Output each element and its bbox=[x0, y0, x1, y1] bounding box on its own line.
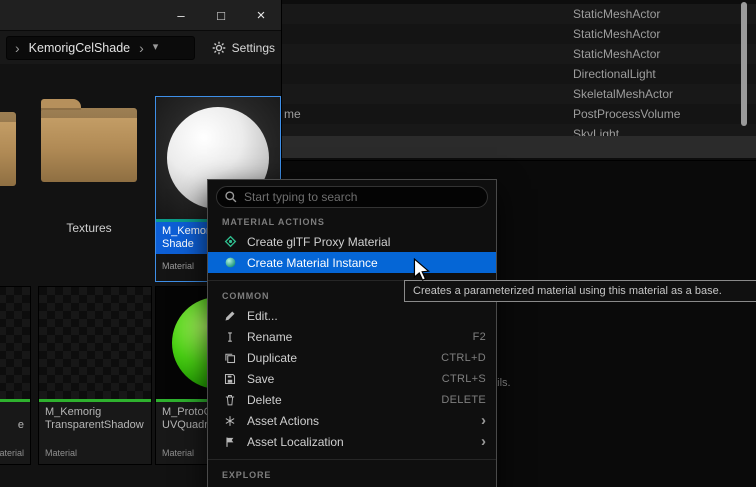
outliner-row[interactable]: StaticMeshActor bbox=[282, 24, 756, 44]
folder-icon bbox=[41, 108, 137, 182]
section-header-explore: EXPLORE bbox=[222, 470, 482, 480]
outliner-row-list: StaticMeshActor StaticMeshActor StaticMe… bbox=[282, 4, 756, 144]
asset-tile-partial[interactable]: e Material bbox=[0, 286, 31, 465]
menu-item-edit[interactable]: Edit... bbox=[208, 305, 496, 326]
asset-name-label: M_Kemorig TransparentShadow bbox=[39, 402, 151, 440]
settings-label: Settings bbox=[232, 41, 275, 55]
outliner-row[interactable]: me PostProcessVolume bbox=[282, 104, 756, 124]
folder-item-partial[interactable] bbox=[0, 112, 16, 186]
actor-type-label: SkeletalMeshActor bbox=[573, 87, 673, 101]
menu-item-delete[interactable]: Delete DELETE bbox=[208, 389, 496, 410]
actor-type-label: PostProcessVolume bbox=[573, 107, 680, 121]
outliner-row[interactable]: SkeletalMeshActor bbox=[282, 84, 756, 104]
maximize-button[interactable]: □ bbox=[201, 0, 241, 30]
menu-item-save[interactable]: Save CTRL+S bbox=[208, 368, 496, 389]
outliner-row[interactable]: StaticMeshActor bbox=[282, 44, 756, 64]
actor-type-label: StaticMeshActor bbox=[573, 47, 660, 61]
menu-search-input[interactable] bbox=[216, 186, 488, 208]
outliner-row[interactable]: StaticMeshActor bbox=[282, 4, 756, 24]
menu-section-common: COMMON Edit... Rename F2 Duplicate bbox=[208, 280, 496, 452]
menu-section-explore: EXPLORE Show in Folder View CTRL+B bbox=[208, 459, 496, 487]
breadcrumb-path-label[interactable]: KemorigCelShade bbox=[29, 41, 130, 55]
material-thumbnail bbox=[39, 287, 151, 399]
trash-icon bbox=[222, 392, 238, 408]
menu-item-create-material-instance[interactable]: Create Material Instance bbox=[208, 252, 496, 273]
edit-icon bbox=[222, 308, 238, 324]
settings-button[interactable]: Settings bbox=[211, 40, 275, 56]
gltf-icon bbox=[222, 234, 238, 250]
gear-icon bbox=[211, 40, 227, 56]
menu-item-asset-actions[interactable]: Asset Actions › bbox=[208, 410, 496, 431]
path-breadcrumb[interactable]: › KemorigCelShade › ▾ bbox=[6, 36, 195, 60]
menu-item-label: Edit... bbox=[247, 309, 486, 323]
actor-type-label: StaticMeshActor bbox=[573, 27, 660, 41]
chevron-right-icon[interactable]: › bbox=[139, 41, 144, 55]
menu-item-label: Duplicate bbox=[247, 351, 432, 365]
folder-label: Textures bbox=[40, 221, 138, 235]
folder-item-textures[interactable]: Textures bbox=[40, 108, 138, 182]
menu-search bbox=[216, 186, 488, 208]
asset-name-line1: M_Kemorig bbox=[45, 406, 145, 419]
asset-name-label: e bbox=[0, 402, 30, 440]
submenu-arrow-icon: › bbox=[481, 434, 486, 449]
folder-icon bbox=[0, 112, 16, 186]
menu-item-asset-localization[interactable]: Asset Localization › bbox=[208, 431, 496, 452]
menu-item-label: Create glTF Proxy Material bbox=[247, 235, 486, 249]
unreal-editor-screen: StaticMeshActor StaticMeshActor StaticMe… bbox=[0, 0, 756, 487]
menu-item-label: Delete bbox=[247, 393, 432, 407]
outliner-row[interactable]: DirectionalLight bbox=[282, 64, 756, 84]
asset-name-fragment: e bbox=[0, 419, 24, 432]
menu-item-create-gltf-proxy-material[interactable]: Create glTF Proxy Material bbox=[208, 231, 496, 252]
menu-item-label: Create Material Instance bbox=[247, 256, 486, 270]
asset-type-label: Material bbox=[39, 440, 151, 464]
menu-item-label: Asset Actions bbox=[247, 414, 472, 428]
menu-item-label: Rename bbox=[247, 330, 464, 344]
minimize-button[interactable]: – bbox=[161, 0, 201, 30]
search-icon bbox=[224, 190, 238, 204]
tooltip: Creates a parameterized material using t… bbox=[404, 280, 756, 302]
window-titlebar: – □ × bbox=[0, 0, 281, 31]
shortcut-label: DELETE bbox=[441, 394, 486, 406]
asset-name-line2: TransparentShadow bbox=[45, 419, 145, 432]
outliner-selected-row[interactable] bbox=[282, 136, 756, 158]
menu-item-label: Save bbox=[247, 372, 433, 386]
asset-actions-icon bbox=[222, 413, 238, 429]
shortcut-label: CTRL+D bbox=[441, 352, 486, 364]
rename-icon bbox=[222, 329, 238, 345]
content-browser-navbar: › KemorigCelShade › ▾ Settings bbox=[0, 31, 281, 65]
outliner-scrollbar[interactable] bbox=[741, 2, 747, 126]
duplicate-icon bbox=[222, 350, 238, 366]
asset-context-menu: MATERIAL ACTIONS Create glTF Proxy Mater… bbox=[207, 179, 497, 487]
asset-type-label: Material bbox=[0, 440, 30, 464]
actor-type-label: StaticMeshActor bbox=[573, 7, 660, 21]
flag-icon bbox=[222, 434, 238, 450]
chevron-right-icon[interactable]: › bbox=[15, 41, 20, 55]
shortcut-label: F2 bbox=[473, 331, 486, 343]
actor-name-fragment: me bbox=[284, 107, 301, 121]
section-header-material-actions: MATERIAL ACTIONS bbox=[222, 217, 482, 227]
actor-type-label: DirectionalLight bbox=[573, 67, 656, 81]
menu-item-label: Asset Localization bbox=[247, 435, 472, 449]
submenu-arrow-icon: › bbox=[481, 413, 486, 428]
menu-item-rename[interactable]: Rename F2 bbox=[208, 326, 496, 347]
menu-item-duplicate[interactable]: Duplicate CTRL+D bbox=[208, 347, 496, 368]
shortcut-label: CTRL+S bbox=[442, 373, 486, 385]
material-thumbnail bbox=[0, 287, 30, 399]
close-button[interactable]: × bbox=[241, 0, 281, 30]
asset-tile-m-kemorig-transparentshadow[interactable]: M_Kemorig TransparentShadow Material bbox=[38, 286, 152, 465]
chevron-down-icon[interactable]: ▾ bbox=[153, 42, 159, 53]
material-instance-icon bbox=[222, 255, 238, 271]
save-icon bbox=[222, 371, 238, 387]
